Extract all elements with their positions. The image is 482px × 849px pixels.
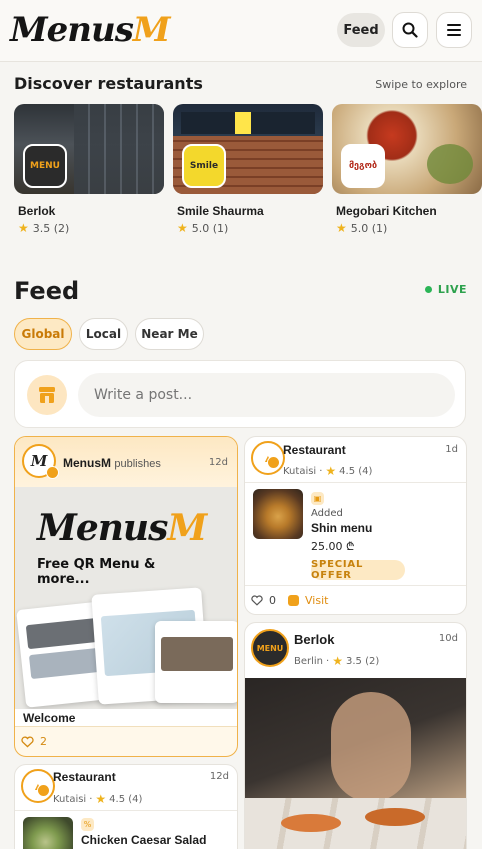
- search-button[interactable]: [392, 12, 428, 48]
- logo-text: Menus: [10, 10, 134, 50]
- star-icon: ★: [336, 221, 347, 235]
- post-actions: 0 Visit: [245, 585, 466, 614]
- post-time: 12d: [208, 457, 228, 468]
- restaurant-badge-icon: [267, 456, 280, 469]
- post-input[interactable]: [78, 373, 455, 417]
- restaurant-badge-icon: [37, 784, 50, 797]
- heart-icon[interactable]: [251, 595, 263, 606]
- tab-near-me[interactable]: Near Me: [135, 318, 204, 350]
- menu-icon: [447, 24, 461, 36]
- post-time: 1d: [445, 444, 458, 455]
- post-location: Kutaisi · ★ 4.5 (4): [283, 464, 373, 478]
- verified-badge-icon: [46, 466, 59, 479]
- post-card-shin-menu[interactable]: ▲ Restaurant 1d Kutaisi · ★4.5 (4) ▣ Add…: [244, 436, 467, 615]
- store-avatar: [27, 375, 67, 415]
- feed-nav-button[interactable]: Feed: [337, 13, 385, 47]
- restaurant-rating: ★ 3.5 (2): [18, 221, 70, 235]
- visit-link[interactable]: Visit: [305, 594, 328, 607]
- berlok-logo-icon: MENU: [256, 643, 284, 653]
- menu-item-name: Shin menu: [311, 521, 373, 535]
- post-location: Berlin · ★ 3.5 (2): [294, 654, 380, 668]
- restaurant-card-megobari[interactable]: მეგობ Megobari Kitchen ★ 5.0 (1): [332, 104, 482, 235]
- post-author: Restaurant: [53, 770, 116, 784]
- post-actions: 2: [15, 726, 237, 756]
- post-card-berlok[interactable]: MENU Berlok 10d Berlin · ★ 3.5 (2): [244, 622, 467, 849]
- app-logo[interactable]: MenusM: [10, 10, 170, 50]
- star-icon: ★: [325, 464, 337, 478]
- star-icon: ★: [177, 221, 188, 235]
- logo-accent: M: [132, 10, 171, 50]
- star-icon: ★: [18, 221, 29, 235]
- restaurant-logo: მეგობ: [341, 144, 385, 188]
- swipe-hint: Swipe to explore: [375, 78, 467, 91]
- restaurant-rating: ★ 5.0 (1): [336, 221, 388, 235]
- search-icon: [402, 22, 418, 38]
- post-location: Kutaisi · ★ 4.5 (4): [53, 792, 143, 806]
- like-count: 2: [40, 735, 47, 748]
- like-count: 0: [269, 594, 276, 607]
- gallery-mockup: [155, 621, 237, 703]
- post-time: 12d: [209, 771, 229, 782]
- post-photo: [245, 678, 466, 849]
- tab-local[interactable]: Local: [79, 318, 128, 350]
- feed-title: Feed: [14, 277, 80, 305]
- post-author: Berlok: [294, 632, 335, 647]
- live-indicator: LIVE: [424, 283, 467, 296]
- post-caption: Welcome: [23, 711, 76, 725]
- author-avatar: MENU: [251, 629, 289, 667]
- discover-title: Discover restaurants: [14, 74, 203, 93]
- menu-item-price: 25.00 ₾: [311, 540, 355, 553]
- store-icon: [288, 595, 299, 606]
- post-card-menusm[interactable]: M MenusM publishes 12d MenusM Free QR Me…: [14, 436, 238, 757]
- restaurant-card-berlok[interactable]: MENU Berlok ★ 3.5 (2): [14, 104, 164, 235]
- restaurant-photo: მეგობ: [332, 104, 482, 194]
- restaurant-name: Smile Shaurma: [177, 204, 264, 218]
- promo-image: MenusM Free QR Menu & more...: [15, 487, 237, 709]
- restaurant-logo: Smile: [182, 144, 226, 188]
- restaurant-card-smile-shaurma[interactable]: Smile Smile Shaurma ★ 5.0 (1): [173, 104, 323, 235]
- star-icon: ★: [95, 792, 107, 806]
- store-icon: [39, 387, 55, 403]
- restaurant-rating: ★ 5.0 (1): [177, 221, 229, 235]
- tab-global[interactable]: Global: [14, 318, 72, 350]
- restaurant-photo: Smile: [173, 104, 323, 194]
- post-author: MenusM publishes: [63, 456, 161, 470]
- post-author: Restaurant: [283, 443, 346, 457]
- added-label: Added: [311, 508, 343, 519]
- heart-icon[interactable]: [21, 735, 34, 748]
- promo-text: Free QR Menu & more...: [37, 557, 156, 587]
- star-icon: ★: [332, 654, 343, 668]
- post-time: 10d: [438, 633, 458, 644]
- restaurant-name: Megobari Kitchen: [336, 204, 437, 218]
- restaurant-photo: MENU: [14, 104, 164, 194]
- restaurant-name: Berlok: [18, 204, 56, 218]
- menu-item-photo: [253, 489, 303, 539]
- menu-item-name: Chicken Caesar Salad: [81, 833, 207, 847]
- app-header: MenusM Feed: [0, 0, 482, 62]
- restaurant-logo: MENU: [23, 144, 67, 188]
- menu-button[interactable]: [436, 12, 472, 48]
- menu-item-photo: [23, 817, 73, 849]
- post-composer: [14, 360, 466, 428]
- menusm-logo-icon: M: [30, 452, 48, 470]
- special-offer-badge: SPECIAL OFFER: [311, 559, 405, 581]
- promo-logo: MenusM: [37, 507, 207, 549]
- post-card-caesar-salad[interactable]: ▲ Restaurant 12d Kutaisi · ★4.5 (4) % Ch…: [14, 764, 238, 849]
- live-dot-icon: [424, 286, 432, 293]
- percent-icon: %: [81, 818, 94, 831]
- gift-icon: ▣: [311, 492, 324, 505]
